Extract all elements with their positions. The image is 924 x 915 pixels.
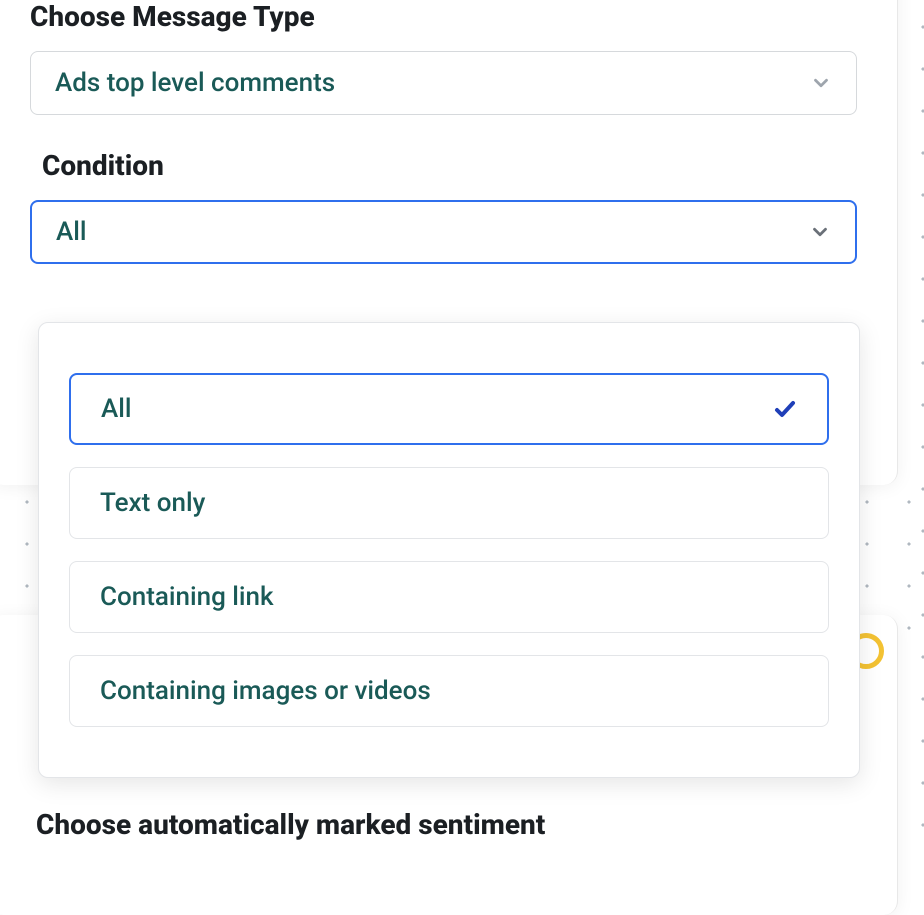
check-icon <box>773 397 797 421</box>
condition-select[interactable]: All <box>30 200 857 264</box>
condition-label: Condition <box>42 149 857 182</box>
condition-option-containing-link[interactable]: Containing link <box>69 561 829 633</box>
option-label: Containing images or videos <box>100 676 431 706</box>
message-type-label: Choose Message Type <box>30 0 857 33</box>
dotted-background-right <box>898 0 924 838</box>
option-label: Text only <box>100 488 205 518</box>
message-type-select[interactable]: Ads top level comments <box>30 51 857 115</box>
condition-selected-value: All <box>56 217 87 247</box>
chevron-down-icon <box>810 72 832 94</box>
message-type-selected-value: Ads top level comments <box>55 68 335 98</box>
condition-option-text-only[interactable]: Text only <box>69 467 829 539</box>
sentiment-section-heading: Choose automatically marked sentiment <box>36 808 545 841</box>
condition-option-all[interactable]: All <box>69 373 829 445</box>
option-label: Containing link <box>100 582 274 612</box>
chevron-down-icon <box>809 221 831 243</box>
option-label: All <box>101 394 132 424</box>
condition-dropdown-panel: All Text only Containing link Containing… <box>38 322 860 778</box>
condition-option-containing-images-or-videos[interactable]: Containing images or videos <box>69 655 829 727</box>
